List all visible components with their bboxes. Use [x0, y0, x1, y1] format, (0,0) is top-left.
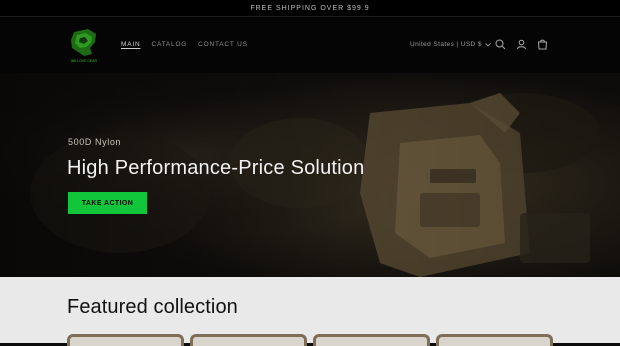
take-action-button[interactable]: TAKE ACTION	[68, 192, 147, 214]
hero-eyebrow: 500D Nylon	[68, 137, 122, 147]
chevron-down-icon	[485, 42, 491, 47]
hero-banner: 500D Nylon High Performance-Price Soluti…	[0, 73, 620, 277]
featured-collection: Featured collection	[0, 277, 620, 346]
account-icon[interactable]	[515, 38, 528, 51]
locale-label: United States | USD $	[410, 41, 482, 48]
product-card[interactable]	[436, 334, 553, 346]
featured-collection-title: Featured collection	[67, 296, 238, 318]
main-nav: MAIN CATALOG CONTACT US	[121, 41, 248, 48]
logo-icon: WE LOVE GEAR	[66, 26, 102, 65]
product-card[interactable]	[190, 334, 307, 346]
nav-item-main[interactable]: MAIN	[121, 41, 140, 48]
country-currency-selector[interactable]: United States | USD $	[410, 41, 491, 48]
store-logo[interactable]: WE LOVE GEAR	[66, 26, 102, 65]
announcement-text: FREE SHIPPING OVER $99.9	[250, 5, 370, 12]
announcement-bar: FREE SHIPPING OVER $99.9	[0, 0, 620, 17]
site-header: WE LOVE GEAR MAIN CATALOG CONTACT US Uni…	[0, 17, 620, 73]
search-icon[interactable]	[494, 38, 507, 51]
nav-item-contact-us[interactable]: CONTACT US	[198, 41, 248, 48]
product-card[interactable]	[67, 334, 184, 346]
logo-text: WE LOVE GEAR	[71, 59, 98, 63]
cart-icon[interactable]	[536, 38, 549, 51]
product-card[interactable]	[313, 334, 430, 346]
hero-headline: High Performance-Price Solution	[67, 157, 365, 179]
header-icons	[494, 38, 549, 51]
nav-item-catalog[interactable]: CATALOG	[151, 41, 187, 48]
